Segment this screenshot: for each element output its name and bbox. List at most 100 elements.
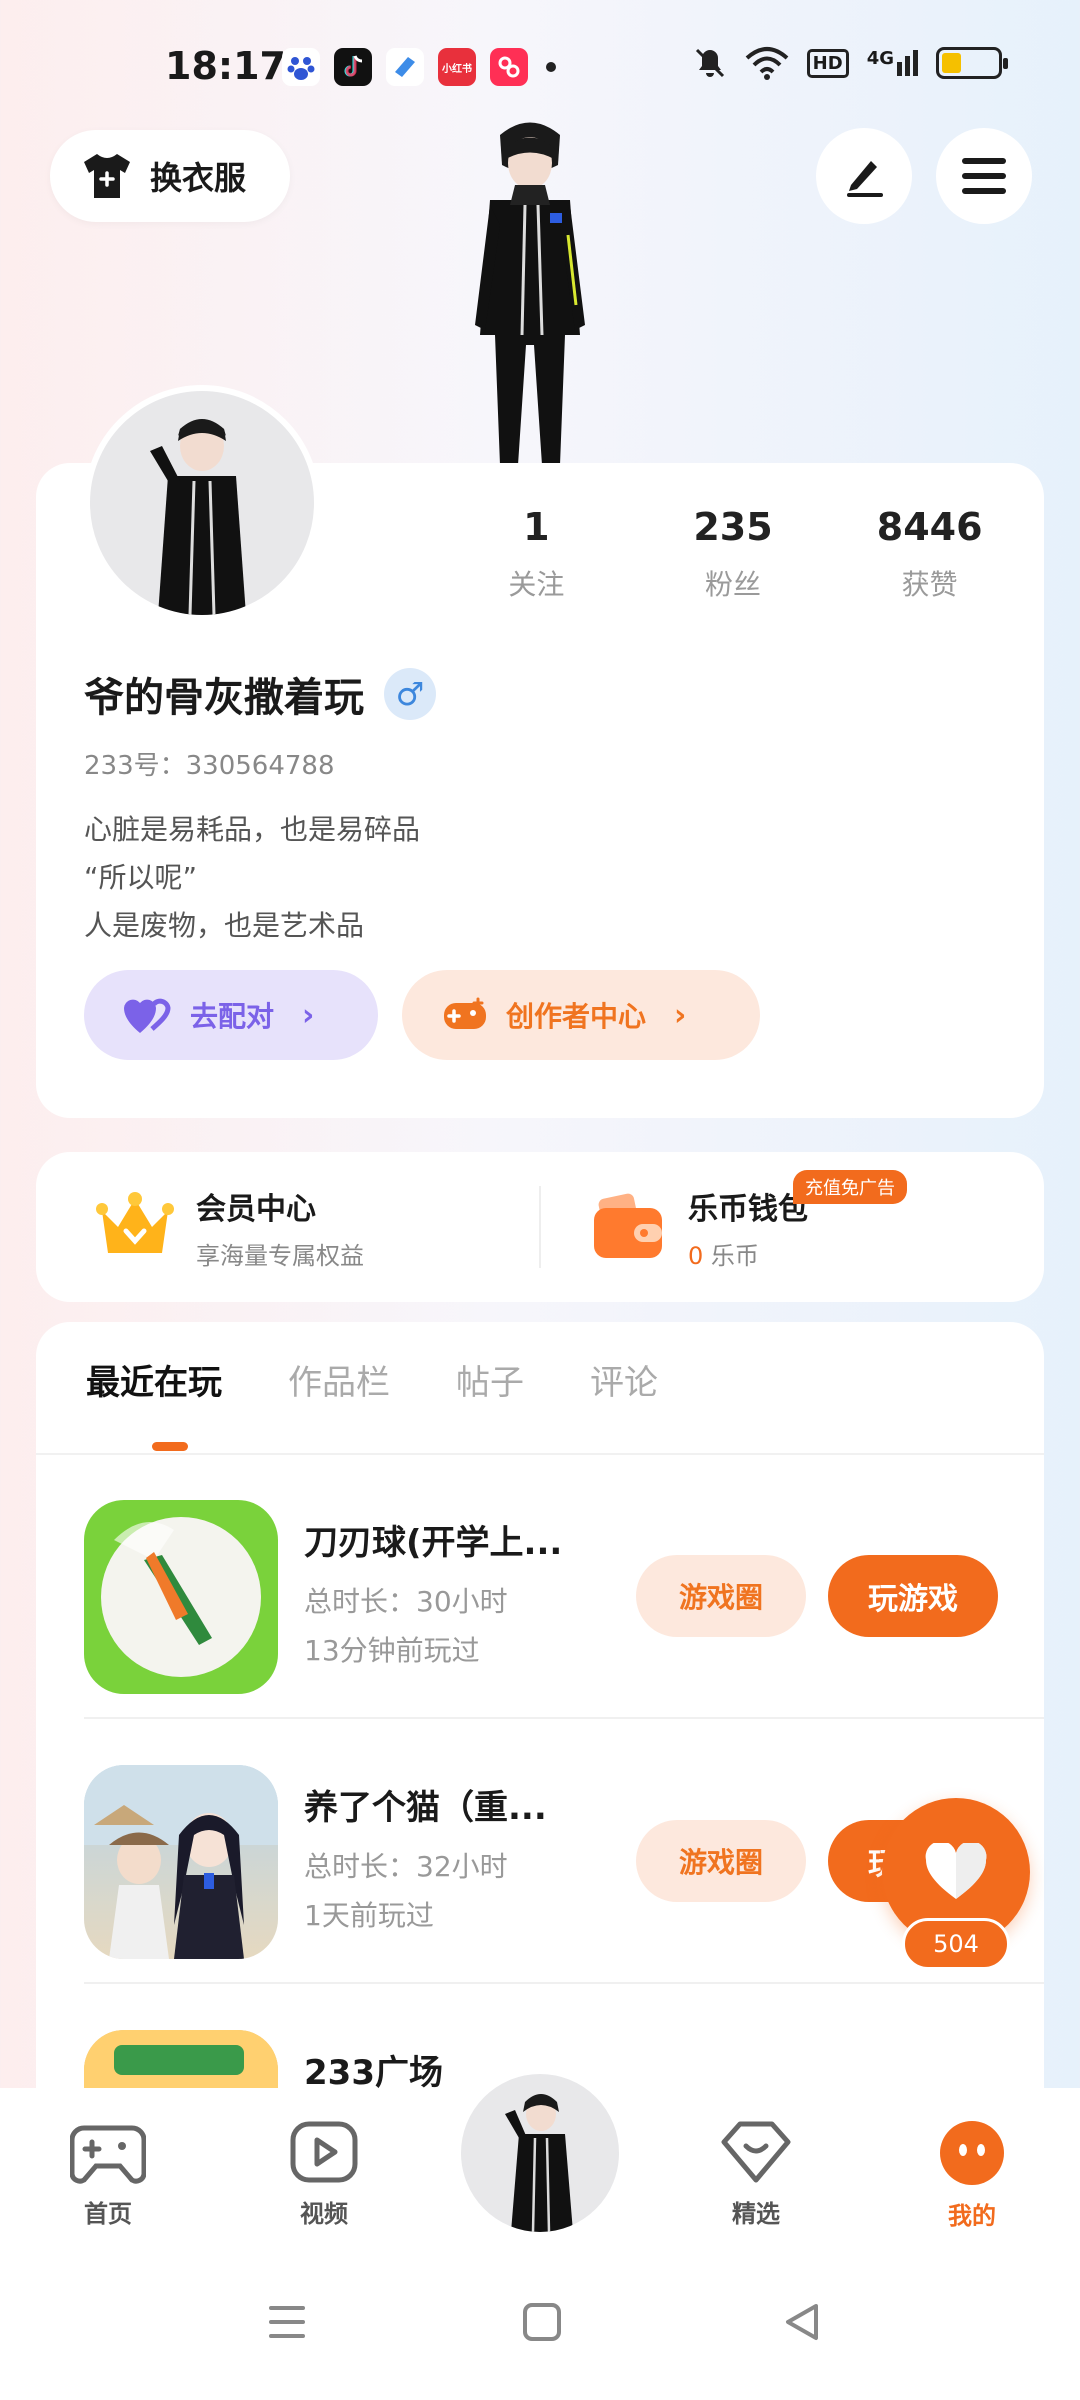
change-outfit-label: 换衣服 — [150, 159, 247, 197]
nav-label: 精选 — [732, 2200, 780, 2228]
blade-ball-icon — [101, 1517, 261, 1677]
stat-followers[interactable]: 235 粉丝 — [635, 505, 832, 603]
tab-indicator — [152, 1442, 188, 1451]
face-icon — [940, 2121, 1004, 2185]
menu-button[interactable] — [936, 128, 1032, 224]
baidu-icon — [282, 48, 320, 86]
home-icon[interactable] — [520, 2300, 564, 2344]
coin-wallet[interactable]: 乐币钱包 0 乐币 — [590, 1152, 808, 1302]
nav-label: 首页 — [84, 2200, 132, 2228]
nav-video[interactable]: 视频 — [264, 2120, 384, 2229]
nickname: 爷的骨灰撒着玩 — [84, 675, 364, 721]
gamepad-icon — [444, 997, 486, 1029]
nav-mine[interactable]: 我的 — [912, 2120, 1032, 2231]
game-last-played: 1天前玩过 — [304, 1899, 434, 1932]
stat-label: 粉丝 — [705, 568, 762, 601]
wallet-icon — [594, 1193, 662, 1258]
game-name: 养了个猫（重... — [304, 1788, 547, 1828]
tiktok-icon — [334, 48, 372, 86]
game-circle-button[interactable]: 游戏圈 — [636, 1555, 806, 1637]
stat-likes[interactable]: 8446 获赞 — [831, 505, 1028, 603]
change-outfit-button[interactable]: 换衣服 — [50, 130, 290, 222]
tab-posts[interactable]: 帖子 — [456, 1355, 524, 1404]
crown-icon — [96, 1192, 174, 1253]
edit-button[interactable] — [816, 128, 912, 224]
bio: 心脏是易耗品，也是易碎品 “所以呢” 人是废物，也是艺术品 — [84, 806, 420, 950]
edit-icon — [847, 161, 883, 197]
content-tabs: 最近在玩 作品栏 帖子 评论 — [86, 1355, 658, 1404]
status-app-icons: 小红书 — [282, 48, 556, 86]
avatar-figure-icon — [150, 419, 246, 615]
game-circle-button[interactable]: 游戏圈 — [636, 1820, 806, 1902]
nav-avatar-button[interactable] — [455, 2068, 625, 2238]
avatar-icon — [505, 2094, 573, 2232]
wifi-icon — [745, 47, 789, 80]
member-center[interactable]: 会员中心 享海量专属权益 — [96, 1152, 364, 1302]
wallet-balance: 0 乐币 — [688, 1236, 808, 1271]
heart-icon — [124, 998, 171, 1033]
creator-center-label: 创作者中心 — [506, 1000, 647, 1033]
profile-stats: 1 关注 235 粉丝 8446 获赞 — [438, 505, 1028, 603]
match-button[interactable]: 去配对 › — [84, 970, 378, 1060]
wallet-title: 乐币钱包 — [688, 1191, 808, 1227]
character-figure-icon[interactable] — [430, 105, 630, 465]
row-divider — [84, 1982, 1044, 1984]
creator-center-button[interactable]: 创作者中心 › — [402, 970, 760, 1060]
coin-count: 0 — [688, 1241, 704, 1270]
game-icon-cat[interactable] — [84, 1765, 278, 1959]
game-total-time: 总时长：32小时 — [304, 1850, 508, 1883]
nav-featured[interactable]: 精选 — [696, 2120, 816, 2229]
row-divider — [84, 1717, 1044, 1719]
back-icon[interactable] — [780, 2300, 824, 2344]
bio-line: 人是废物，也是艺术品 — [84, 909, 365, 942]
app-icon — [386, 48, 424, 86]
menu-icon — [962, 158, 1006, 194]
game-total-time: 总时长：30小时 — [304, 1585, 508, 1618]
system-nav-bar — [0, 2258, 1080, 2400]
heart-diamond-icon — [721, 2121, 791, 2183]
user-id[interactable]: 233号：330564788 — [84, 745, 335, 782]
bio-line: 心脏是易耗品，也是易碎品 — [84, 813, 421, 846]
recent-apps-icon[interactable] — [265, 2300, 309, 2344]
bio-line: “所以呢” — [84, 861, 198, 894]
divider — [539, 1186, 541, 1268]
4g-signal-icon: 4G — [867, 50, 918, 76]
stat-value: 8446 — [876, 505, 983, 549]
stat-label: 关注 — [508, 568, 565, 601]
gamepad-icon — [69, 2125, 147, 2184]
app-icon — [490, 48, 528, 86]
like-count-badge: 504 — [902, 1918, 1010, 1970]
stat-following[interactable]: 1 关注 — [438, 505, 635, 603]
chevron-right-icon: › — [302, 997, 315, 1033]
status-right: HD 4G — [693, 46, 1008, 80]
battery-icon — [936, 47, 1008, 79]
tab-recently-played[interactable]: 最近在玩 — [86, 1355, 222, 1404]
game-icon-blade-ball[interactable] — [84, 1500, 278, 1694]
ad-free-badge: 充值免广告 — [793, 1170, 907, 1204]
tab-works[interactable]: 作品栏 — [288, 1355, 390, 1404]
nav-home[interactable]: 首页 — [48, 2120, 168, 2229]
game-name: 刀刃球(开学上... — [304, 1523, 563, 1563]
tshirt-icon — [84, 154, 130, 198]
tab-comments[interactable]: 评论 — [590, 1355, 658, 1404]
match-label: 去配对 — [190, 1000, 275, 1033]
member-center-subtitle: 享海量专属权益 — [196, 1241, 364, 1270]
male-icon: ♂ — [384, 668, 436, 720]
list-item[interactable]: 刀刃球(开学上... 总时长：30小时 13分钟前玩过 游戏圈 玩游戏 — [36, 1455, 1044, 1719]
nickname-row: 爷的骨灰撒着玩 ♂ — [84, 665, 436, 723]
video-icon — [290, 2121, 358, 2183]
chevron-right-icon: › — [674, 997, 687, 1033]
stat-value: 235 — [693, 505, 773, 549]
stat-label: 获赞 — [901, 568, 958, 601]
play-game-button[interactable]: 玩游戏 — [828, 1555, 998, 1637]
coin-unit: 乐币 — [710, 1241, 759, 1270]
mute-icon — [695, 48, 724, 78]
xiaohongshu-icon: 小红书 — [438, 48, 476, 86]
game-last-played: 13分钟前玩过 — [304, 1634, 480, 1667]
stat-value: 1 — [523, 505, 550, 549]
network-label: 4G — [866, 48, 894, 69]
heart-icon — [925, 1843, 987, 1899]
avatar[interactable] — [84, 385, 320, 621]
anime-characters-icon — [84, 1765, 278, 1959]
notification-dot — [546, 62, 556, 72]
